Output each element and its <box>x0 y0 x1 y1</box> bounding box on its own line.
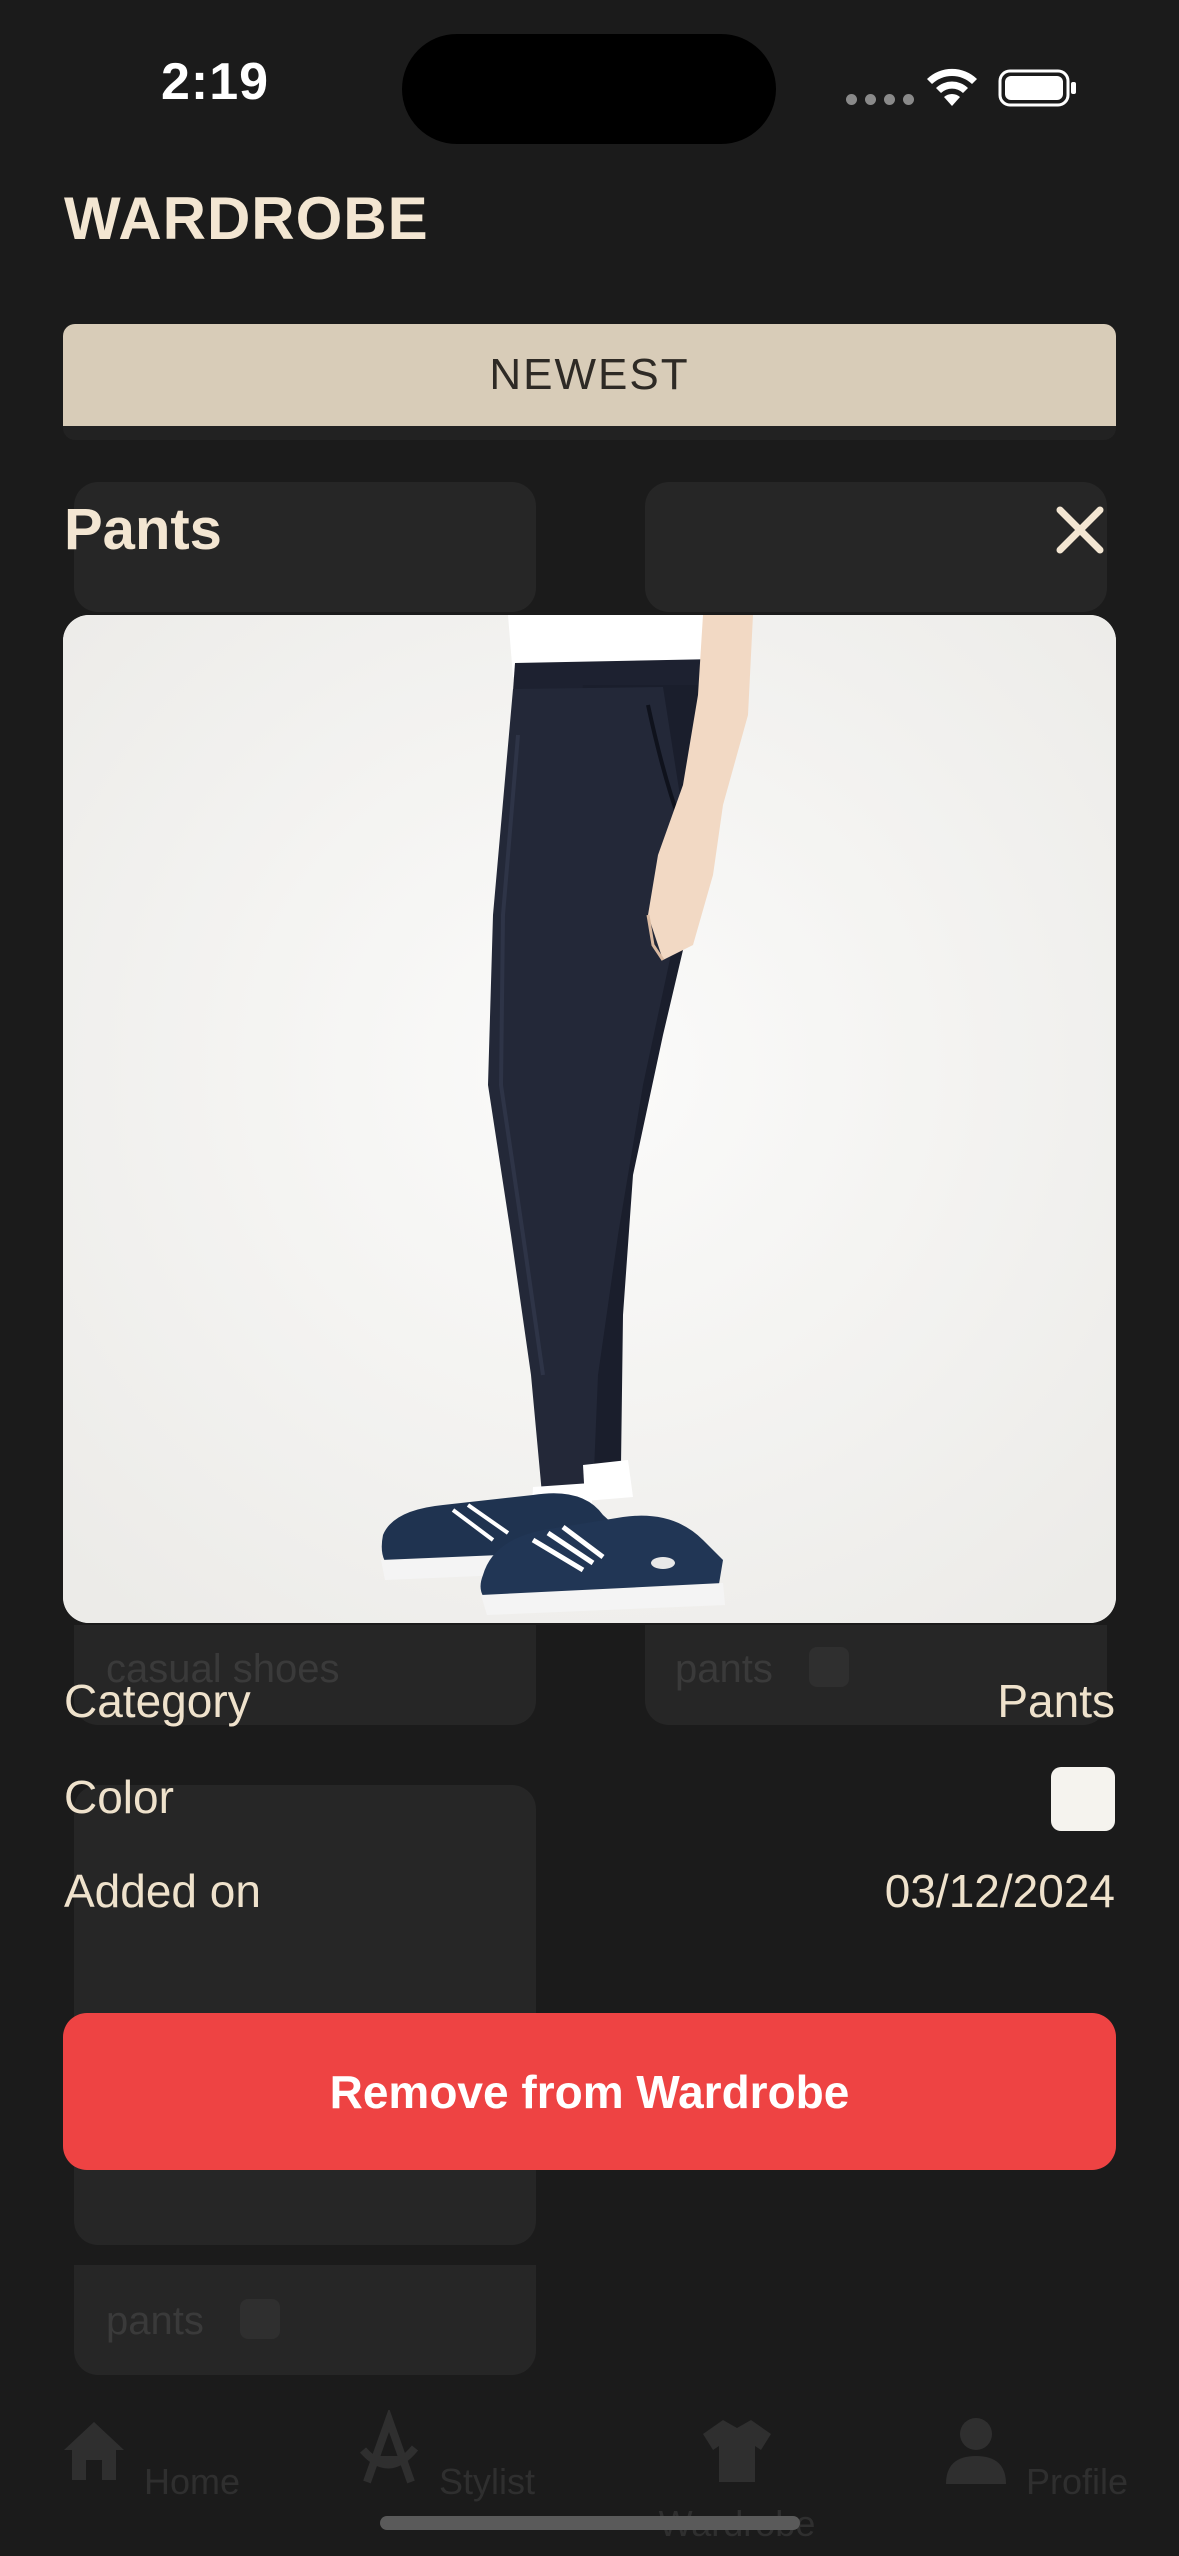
category-value: Pants <box>997 1675 1115 1727</box>
tab-stylist[interactable]: Stylist <box>327 2408 557 2503</box>
sort-dropdown[interactable]: NEWEST <box>63 324 1116 426</box>
bg-item-label: pants <box>675 1647 773 1691</box>
tab-profile[interactable]: Profile <box>917 2410 1147 2503</box>
modal-title: Pants <box>64 497 222 562</box>
dynamic-island <box>402 34 776 144</box>
bg-color-swatch <box>240 2299 280 2339</box>
home-indicator[interactable] <box>380 2516 800 2530</box>
sort-bar-shadow <box>63 426 1116 440</box>
page-title: WARDROBE <box>64 185 429 252</box>
bg-card-top-right <box>645 482 1107 612</box>
color-swatch <box>1051 1767 1115 1831</box>
tab-label: Home <box>143 2461 241 2502</box>
bg-color-swatch <box>809 1647 849 1687</box>
stylist-icon <box>359 2408 419 2484</box>
shirt-icon <box>703 2420 771 2482</box>
added-on-label: Added on <box>64 1865 261 1917</box>
person-icon <box>945 2418 1006 2484</box>
status-time: 2:19 <box>160 53 270 111</box>
product-image <box>63 615 1116 1623</box>
close-icon[interactable] <box>1050 500 1110 560</box>
remove-from-wardrobe-button[interactable]: Remove from Wardrobe <box>63 2013 1116 2170</box>
color-label: Color <box>64 1771 174 1823</box>
sort-label: NEWEST <box>489 350 690 399</box>
home-icon <box>63 2422 124 2480</box>
tab-label: Profile <box>1025 2461 1129 2502</box>
category-label: Category <box>64 1675 251 1727</box>
remove-button-label: Remove from Wardrobe <box>329 2065 850 2118</box>
wifi-icon <box>927 68 977 106</box>
tab-home[interactable]: Home <box>32 2410 262 2503</box>
cellular-icon <box>846 94 914 105</box>
bg-card-caption-bottom: pants <box>74 2265 536 2375</box>
bg-item-label: pants <box>106 2299 204 2343</box>
battery-icon <box>998 69 1076 107</box>
pants-illustration <box>63 615 1116 1623</box>
added-on-value: 03/12/2024 <box>884 1865 1115 1917</box>
tab-label: Stylist <box>439 2461 536 2502</box>
